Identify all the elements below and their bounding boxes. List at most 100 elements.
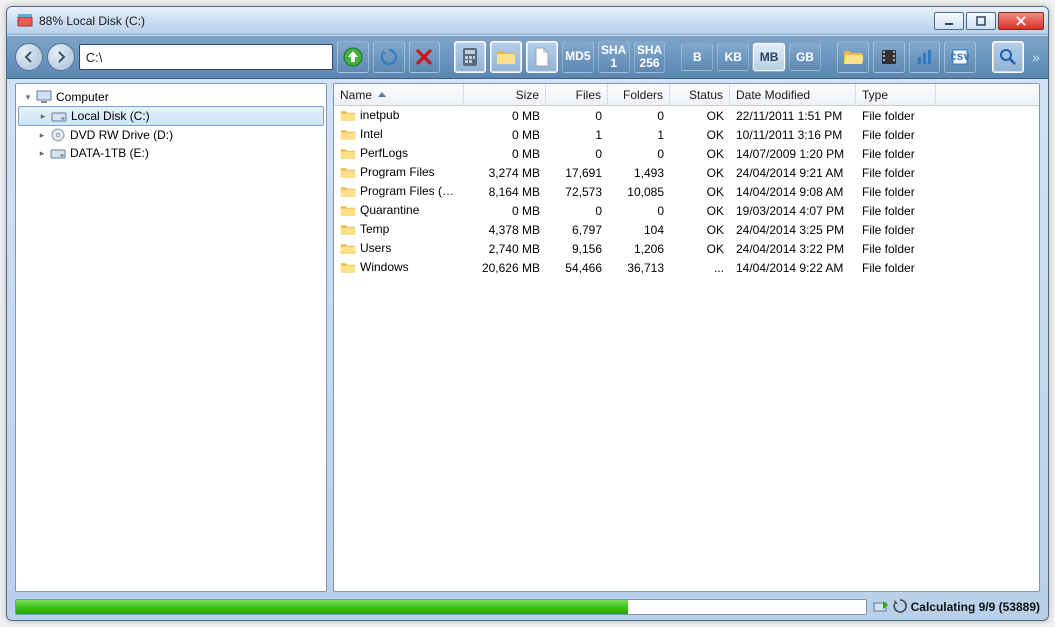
unit-b-button[interactable]: B [681,43,713,71]
expander-icon[interactable]: ▾ [22,91,34,103]
list-panel: Name Size Files Folders Status Date Modi… [333,83,1040,592]
tree-item[interactable]: ▸Local Disk (C:) [18,106,324,126]
cell-type: File folder [856,261,936,275]
table-row[interactable]: Windows20,626 MB54,46636,713...14/04/201… [334,258,1039,277]
cell-name: Program Files (x86) [334,184,464,199]
table-row[interactable]: inetpub0 MB00OK22/11/2011 1:51 PMFile fo… [334,106,1039,125]
table-row[interactable]: PerfLogs0 MB00OK14/07/2009 1:20 PMFile f… [334,144,1039,163]
cell-type: File folder [856,185,936,199]
file-button[interactable] [526,41,558,73]
refresh-button[interactable] [373,41,405,73]
sha1-button[interactable]: SHA1 [598,41,630,73]
cell-name: Windows [334,260,464,275]
cell-files: 72,573 [546,185,608,199]
col-folders[interactable]: Folders [608,84,670,105]
tree-root[interactable]: ▾ Computer [18,88,324,106]
up-button[interactable] [337,41,369,73]
table-row[interactable]: Users2,740 MB9,1561,206OK24/04/2014 3:22… [334,239,1039,258]
cell-date: 24/04/2014 3:25 PM [730,223,856,237]
hash-label: 256 [640,57,660,70]
cell-type: File folder [856,223,936,237]
cell-name: inetpub [334,108,464,123]
cell-date: 24/04/2014 9:21 AM [730,166,856,180]
tree-panel[interactable]: ▾ Computer ▸Local Disk (C:)▸DVD RW Drive… [15,83,327,592]
toolbar: MD5 SHA1 SHA256 B KB MB GB csv » [7,35,1048,79]
drive-icon [50,127,66,143]
open-folder-button[interactable] [837,41,869,73]
minimize-button[interactable] [934,12,964,30]
back-button[interactable] [15,43,43,71]
table-row[interactable]: Program Files (x86)8,164 MB72,57310,085O… [334,182,1039,201]
col-files[interactable]: Files [546,84,608,105]
cell-name: Users [334,241,464,256]
cell-folders: 36,713 [608,261,670,275]
cell-date: 10/11/2011 3:16 PM [730,128,856,142]
cell-size: 0 MB [464,204,546,218]
refresh-small-icon [893,599,907,616]
close-button[interactable] [998,12,1044,30]
app-icon [17,13,33,29]
md5-button[interactable]: MD5 [562,41,594,73]
unit-mb-button[interactable]: MB [753,43,785,71]
table-row[interactable]: Temp4,378 MB6,797104OK24/04/2014 3:25 PM… [334,220,1039,239]
sha256-button[interactable]: SHA256 [634,41,666,73]
tree-label: DATA-1TB (E:) [68,146,151,160]
col-size[interactable]: Size [464,84,546,105]
col-date[interactable]: Date Modified [730,84,856,105]
app-window: 88% Local Disk (C:) MD5 SHA1 SHA256 B KB… [6,6,1049,621]
cell-folders: 10,085 [608,185,670,199]
unit-kb-button[interactable]: KB [717,43,749,71]
unit-gb-button[interactable]: GB [789,43,821,71]
cell-status: OK [670,185,730,199]
cell-files: 1 [546,128,608,142]
tree-item[interactable]: ▸ DATA-1TB (E:) [18,144,324,162]
cell-type: File folder [856,204,936,218]
expander-icon[interactable]: ▸ [36,147,48,159]
col-name[interactable]: Name [334,84,464,105]
cell-size: 8,164 MB [464,185,546,199]
list-header: Name Size Files Folders Status Date Modi… [334,84,1039,106]
tree-item[interactable]: ▸ DVD RW Drive (D:) [18,126,324,144]
film-button[interactable] [873,41,905,73]
hash-label: 1 [610,57,617,70]
expander-icon[interactable]: ▸ [36,129,48,141]
forward-button[interactable] [47,43,75,71]
maximize-button[interactable] [966,12,996,30]
cell-status: OK [670,204,730,218]
chart-button[interactable] [909,41,941,73]
folder-button[interactable] [490,41,522,73]
cell-folders: 0 [608,109,670,123]
csv-button[interactable]: csv [944,41,976,73]
tree-label: DVD RW Drive (D:) [68,128,175,142]
col-status[interactable]: Status [670,84,730,105]
chevron-icon[interactable]: » [1032,49,1040,65]
list-body[interactable]: inetpub0 MB00OK22/11/2011 1:51 PMFile fo… [334,106,1039,591]
table-row[interactable]: Quarantine0 MB00OK19/03/2014 4:07 PMFile… [334,201,1039,220]
cell-status: OK [670,109,730,123]
table-row[interactable]: Intel0 MB11OK10/11/2011 3:16 PMFile fold… [334,125,1039,144]
cell-files: 0 [546,147,608,161]
cell-size: 0 MB [464,147,546,161]
delete-button[interactable] [409,41,441,73]
expander-icon[interactable]: ▸ [37,110,49,122]
svg-text:csv: csv [951,49,969,63]
cell-folders: 0 [608,147,670,161]
cell-files: 54,466 [546,261,608,275]
calculator-button[interactable] [454,41,486,73]
col-type[interactable]: Type [856,84,936,105]
computer-icon [36,89,52,105]
cell-date: 14/04/2014 9:08 AM [730,185,856,199]
cell-type: File folder [856,109,936,123]
content-area: ▾ Computer ▸Local Disk (C:)▸DVD RW Drive… [7,79,1048,596]
cell-date: 22/11/2011 1:51 PM [730,109,856,123]
titlebar[interactable]: 88% Local Disk (C:) [7,7,1048,35]
cell-folders: 1 [608,128,670,142]
cell-folders: 0 [608,204,670,218]
cell-type: File folder [856,242,936,256]
address-input[interactable] [79,44,333,70]
table-row[interactable]: Program Files3,274 MB17,6911,493OK24/04/… [334,163,1039,182]
cell-type: File folder [856,128,936,142]
search-button[interactable] [992,41,1024,73]
tree-label: Computer [54,90,111,104]
cell-status: OK [670,166,730,180]
